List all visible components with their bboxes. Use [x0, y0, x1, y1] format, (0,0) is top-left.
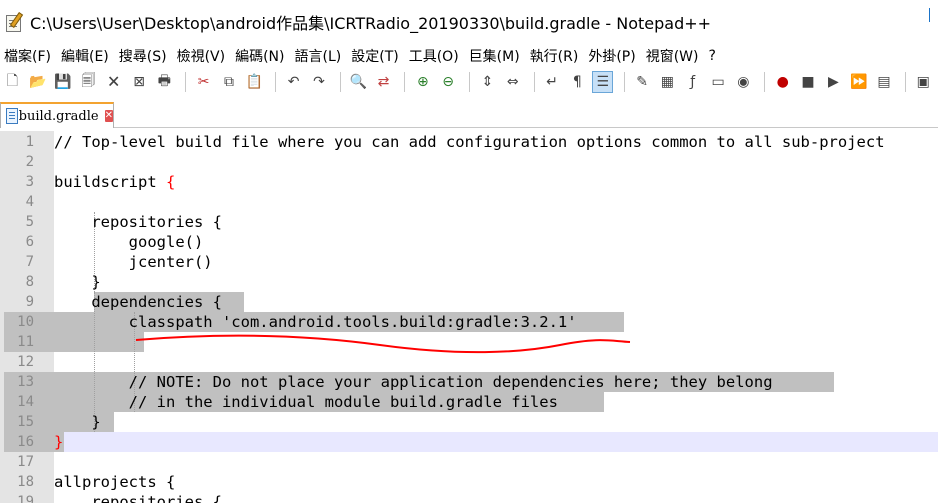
editor-area[interactable]: 1// Top-level build file where you can a… — [0, 131, 938, 503]
menu-item-10[interactable]: 外掛(P) — [584, 46, 641, 66]
copy-icon[interactable]: ⧉ — [219, 71, 240, 93]
toolbar-separator — [764, 72, 766, 92]
run-icon[interactable]: ▣ — [913, 71, 934, 93]
menu-item-3[interactable]: 檢視(V) — [173, 46, 232, 66]
word-wrap-icon[interactable]: ↵ — [542, 71, 563, 93]
indent-guide-icon[interactable]: ☰ — [592, 71, 614, 93]
menu-bar: 檔案(F) 編輯(E) 搜尋(S) 檢視(V) 編碼(N) 語言(L) 設定(T) 工具(O)… — [0, 44, 938, 68]
toolbar-separator — [469, 72, 471, 92]
red-underline-annotation — [135, 334, 631, 354]
notepad-plus-plus-icon[interactable] — [4, 12, 24, 32]
cut-icon[interactable]: ✂ — [193, 71, 214, 93]
toolbar-separator — [904, 72, 907, 92]
sync-vertical-icon[interactable]: ⇕ — [477, 71, 498, 93]
zoom-out-icon[interactable]: ⊖ — [438, 71, 459, 93]
tab-label: build.gradle — [18, 108, 99, 124]
document-icon — [5, 108, 18, 124]
find-icon[interactable]: 🔍 — [348, 71, 369, 93]
new-file-icon[interactable]: 🗋 — [2, 71, 23, 93]
toolbar-separator — [185, 72, 187, 92]
close-all-icon[interactable]: ⊠ — [129, 71, 150, 93]
menu-item-5[interactable]: 語言(L) — [291, 46, 348, 66]
undo-icon[interactable]: ↶ — [283, 71, 304, 93]
toolbar-separator — [339, 72, 342, 92]
print-icon[interactable]: 🖶 — [154, 71, 175, 93]
udl-icon[interactable]: ✎ — [632, 71, 653, 93]
menu-item-2[interactable]: 搜尋(S) — [115, 46, 173, 66]
toolbar-separator — [404, 72, 406, 92]
toolbar-separator — [275, 72, 277, 92]
redo-icon[interactable]: ↷ — [309, 71, 330, 93]
underline-stroke — [135, 334, 631, 354]
show-all-chars-icon[interactable]: ¶ — [567, 71, 588, 93]
menu-item-0[interactable]: 檔案(F) — [0, 46, 57, 66]
play-multiple-icon[interactable]: ⏩ — [848, 71, 869, 93]
replace-icon[interactable]: ⇄ — [373, 71, 394, 93]
save-macro-icon[interactable]: ▤ — [874, 71, 895, 93]
record-macro-icon[interactable]: ● — [772, 71, 793, 93]
open-file-icon[interactable]: 📂 — [27, 71, 48, 93]
function-list-icon[interactable]: ƒ — [682, 71, 703, 93]
tab-build-gradle[interactable]: build.gradle ✕ — [0, 102, 114, 128]
toolbar: 🗋 📂 💾 🗐 🗙 ⊠ 🖶 ✂ ⧉ 📋 ↶ ↷ 🔍 ⇄ ⊕ ⊖ ⇕ ⇔ ↵ ¶ ☰ ✎ ▦ ƒ ▭ ◉ ● ■ ▶ ⏩ ▤ ▣ — [0, 68, 938, 96]
tab-close-icon[interactable]: ✕ — [104, 110, 113, 122]
monitor-icon[interactable]: ◉ — [733, 71, 754, 93]
window-edge — [929, 8, 938, 22]
stop-record-icon[interactable]: ■ — [798, 71, 819, 93]
menu-item-6[interactable]: 設定(T) — [347, 46, 404, 66]
menu-item-7[interactable]: 工具(O) — [405, 46, 465, 66]
play-macro-icon[interactable]: ▶ — [823, 71, 844, 93]
toolbar-separator — [533, 72, 536, 92]
sync-horizontal-icon[interactable]: ⇔ — [502, 71, 523, 93]
folder-workspace-icon[interactable]: ▭ — [708, 71, 729, 93]
menu-item-8[interactable]: 巨集(M) — [465, 46, 526, 66]
menu-item-1[interactable]: 編輯(E) — [57, 46, 115, 66]
toolbar-separator — [623, 72, 626, 92]
menu-item-12[interactable]: ? — [705, 48, 722, 64]
title-bar: C:\Users\User\Desktop\android作品集\ICRTRad… — [0, 0, 938, 44]
save-all-icon[interactable]: 🗐 — [78, 71, 99, 93]
menu-item-4[interactable]: 編碼(N) — [231, 46, 290, 66]
menu-item-9[interactable]: 執行(R) — [526, 46, 585, 66]
save-icon[interactable]: 💾 — [53, 71, 74, 93]
zoom-in-icon[interactable]: ⊕ — [412, 71, 433, 93]
menu-item-11[interactable]: 視窗(W) — [642, 46, 705, 66]
close-icon[interactable]: 🗙 — [103, 71, 124, 93]
window-title: C:\Users\User\Desktop\android作品集\ICRTRad… — [30, 14, 712, 33]
doc-map-icon[interactable]: ▦ — [657, 71, 678, 93]
tab-bar: build.gradle ✕ — [0, 100, 938, 128]
paste-icon[interactable]: 📋 — [244, 71, 265, 93]
